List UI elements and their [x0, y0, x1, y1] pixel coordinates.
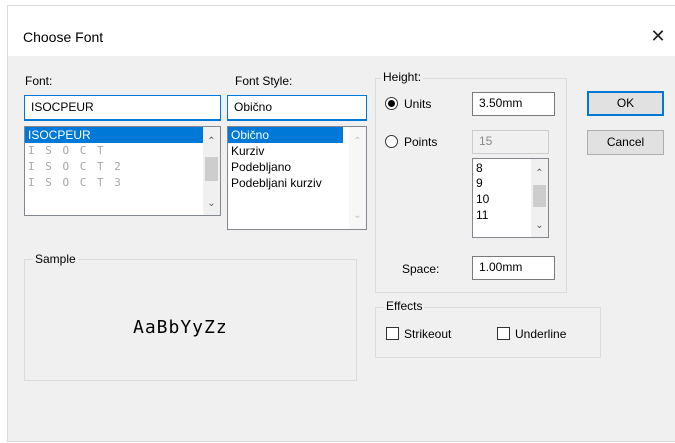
font-list-item[interactable]: ISOCPEUR	[25, 127, 220, 143]
font-style-list-item[interactable]: Običnо	[228, 127, 343, 143]
units-radio[interactable]	[385, 97, 398, 110]
font-input[interactable]: ISOCPEUR	[24, 95, 221, 121]
ok-button[interactable]: OK	[587, 91, 664, 116]
close-icon[interactable]: ✕	[647, 26, 669, 48]
font-list[interactable]: ISOCPEUR I S O C T I S O C T 2 I S O C T…	[24, 126, 221, 216]
cancel-button[interactable]: Cancel	[587, 130, 664, 155]
height-group-label: Height:	[381, 70, 424, 84]
chevron-down-icon[interactable]: ⌄	[531, 217, 548, 234]
font-style-label: Font Style:	[235, 74, 293, 88]
points-label[interactable]: Points	[404, 135, 437, 149]
font-style-list-item[interactable]: Podebljani kurziv	[228, 175, 349, 191]
points-list-scrollbar[interactable]: ⌃ ⌄	[531, 159, 548, 237]
underline-label[interactable]: Underline	[515, 327, 566, 341]
points-list-scroll-thumb[interactable]	[533, 185, 546, 207]
dialog-title: Choose Font	[23, 29, 104, 45]
strikeout-checkbox[interactable]	[386, 327, 399, 340]
chevron-down-icon[interactable]: ⌄	[349, 207, 366, 224]
font-list-item[interactable]: I S O C T	[25, 143, 220, 159]
font-style-list[interactable]: Običnо Kurziv Podebljano Podebljani kurz…	[227, 126, 367, 230]
font-list-item[interactable]: I S O C T 2	[25, 159, 220, 175]
units-label[interactable]: Units	[404, 97, 431, 111]
space-input[interactable]: 1.00mm	[472, 256, 555, 280]
font-style-list-item[interactable]: Podebljano	[228, 159, 366, 175]
chevron-down-icon[interactable]: ⌄	[203, 195, 220, 212]
font-list-scrollbar[interactable]: ⌃ ⌄	[203, 127, 220, 215]
chevron-up-icon[interactable]: ⌃	[203, 133, 220, 150]
font-style-list-item[interactable]: Kurziv	[228, 143, 366, 159]
points-list[interactable]: 8 9 10 11 ⌃ ⌄	[472, 158, 549, 238]
chevron-up-icon[interactable]: ⌃	[349, 133, 366, 150]
chevron-up-icon[interactable]: ⌃	[531, 165, 548, 182]
font-list-scroll-thumb[interactable]	[205, 157, 218, 181]
points-input[interactable]: 15	[472, 130, 549, 154]
font-label: Font:	[25, 74, 53, 88]
space-label: Space:	[402, 262, 440, 276]
sample-group-label: Sample	[33, 252, 78, 266]
font-style-input[interactable]: Običnо	[227, 95, 367, 121]
title-bar	[8, 6, 675, 56]
strikeout-label[interactable]: Strikeout	[404, 327, 451, 341]
font-list-item[interactable]: I S O C T 3	[25, 175, 220, 191]
font-style-list-scrollbar[interactable]: ⌃ ⌄	[349, 127, 366, 229]
underline-checkbox[interactable]	[497, 327, 510, 340]
units-input[interactable]: 3.50mm	[472, 92, 555, 116]
sample-text: AaBbYyZz	[133, 317, 228, 338]
effects-group-label: Effects	[384, 299, 425, 313]
points-radio[interactable]	[385, 135, 398, 148]
